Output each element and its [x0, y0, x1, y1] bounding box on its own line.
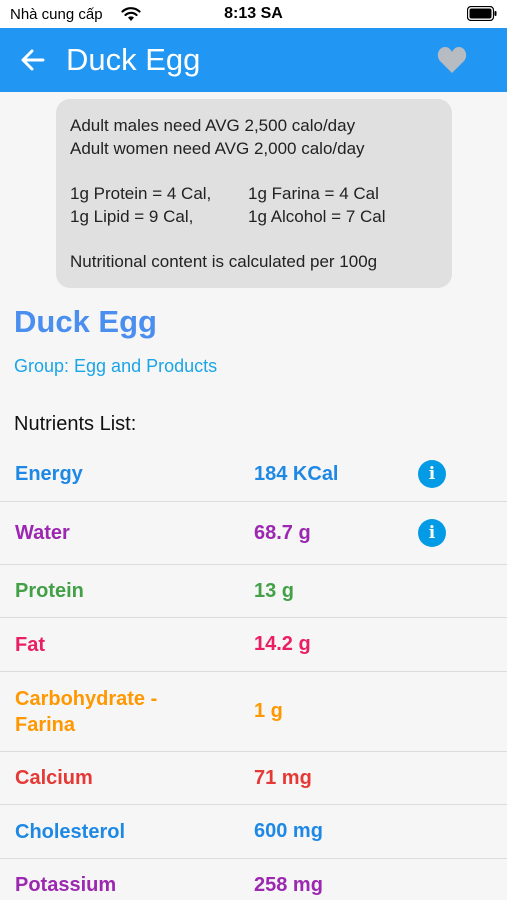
nutrient-value: 13 g	[254, 579, 295, 602]
nutrient-name: Calcium	[15, 767, 93, 789]
nutrient-value: 184 KCal	[254, 462, 339, 485]
nutrient-name: Carbohydrate - Farina	[15, 687, 158, 736]
nutrient-row: Fat 14.2 g	[0, 618, 507, 672]
nutrient-name: Water	[15, 522, 70, 544]
info-icon[interactable]: i	[418, 519, 446, 547]
info-icon[interactable]: i	[418, 460, 446, 488]
nutrient-name: Energy	[15, 463, 83, 485]
nutrient-value: 1 g	[254, 700, 283, 722]
heart-icon[interactable]	[437, 46, 467, 74]
nutrient-name: Protein	[15, 580, 84, 602]
nutrient-name: Cholesterol	[15, 820, 126, 843]
app-bar: Duck Egg	[0, 28, 507, 92]
nutrient-value: 14.2 g	[254, 633, 311, 655]
info-women-line: Adult women need AVG 2,000 calo/day	[70, 138, 365, 158]
nutrient-row: Potassium 258 mg	[0, 859, 507, 900]
status-bar: Nhà cung cấp 8:13 SA	[0, 0, 507, 28]
arrow-left-icon[interactable]	[20, 47, 46, 73]
info-protein: 1g Protein = 4 Cal,	[70, 184, 212, 203]
status-time: 8:13 SA	[224, 5, 283, 22]
nutrient-row: Carbohydrate - Farina 1 g	[0, 672, 507, 752]
page-title: Duck Egg	[66, 42, 201, 77]
nutrients-list: Energy 184 KCal i Water 68.7 g i Protein 13 g Fa…	[0, 447, 507, 900]
info-farina: 1g Farina = 4 Cal	[248, 184, 379, 203]
nutrient-row: Protein 13 g	[0, 565, 507, 618]
calorie-info-box: Adult males need AVG 2,500 calo/day Adul…	[56, 99, 452, 288]
nutrient-value: 258 mg	[254, 873, 323, 896]
info-alcohol: 1g Alcohol = 7 Cal	[248, 206, 386, 226]
nutrient-row: Calcium 71 mg	[0, 752, 507, 805]
nutrient-row: Cholesterol 600 mg	[0, 805, 507, 859]
info-lipid: 1g Lipid = 9 Cal,	[70, 206, 194, 226]
nutrient-row: Energy 184 KCal i	[0, 447, 507, 502]
info-males-line: Adult males need AVG 2,500 calo/day	[70, 116, 356, 135]
nutrient-name: Fat	[15, 633, 45, 656]
nutrient-name: Potassium	[15, 874, 117, 896]
food-group[interactable]: Group: Egg and Products	[14, 356, 217, 377]
nutrient-value: 600 mg	[254, 820, 323, 842]
food-title: Duck Egg	[14, 304, 157, 339]
nutrient-row: Water 68.7 g i	[0, 502, 507, 565]
nutrient-value: 71 mg	[254, 766, 312, 789]
nutrient-value: 68.7 g	[254, 521, 311, 544]
nutrients-heading: Nutrients List:	[14, 413, 137, 435]
info-note: Nutritional content is calculated per 10…	[70, 252, 378, 271]
battery-icon	[467, 6, 497, 21]
